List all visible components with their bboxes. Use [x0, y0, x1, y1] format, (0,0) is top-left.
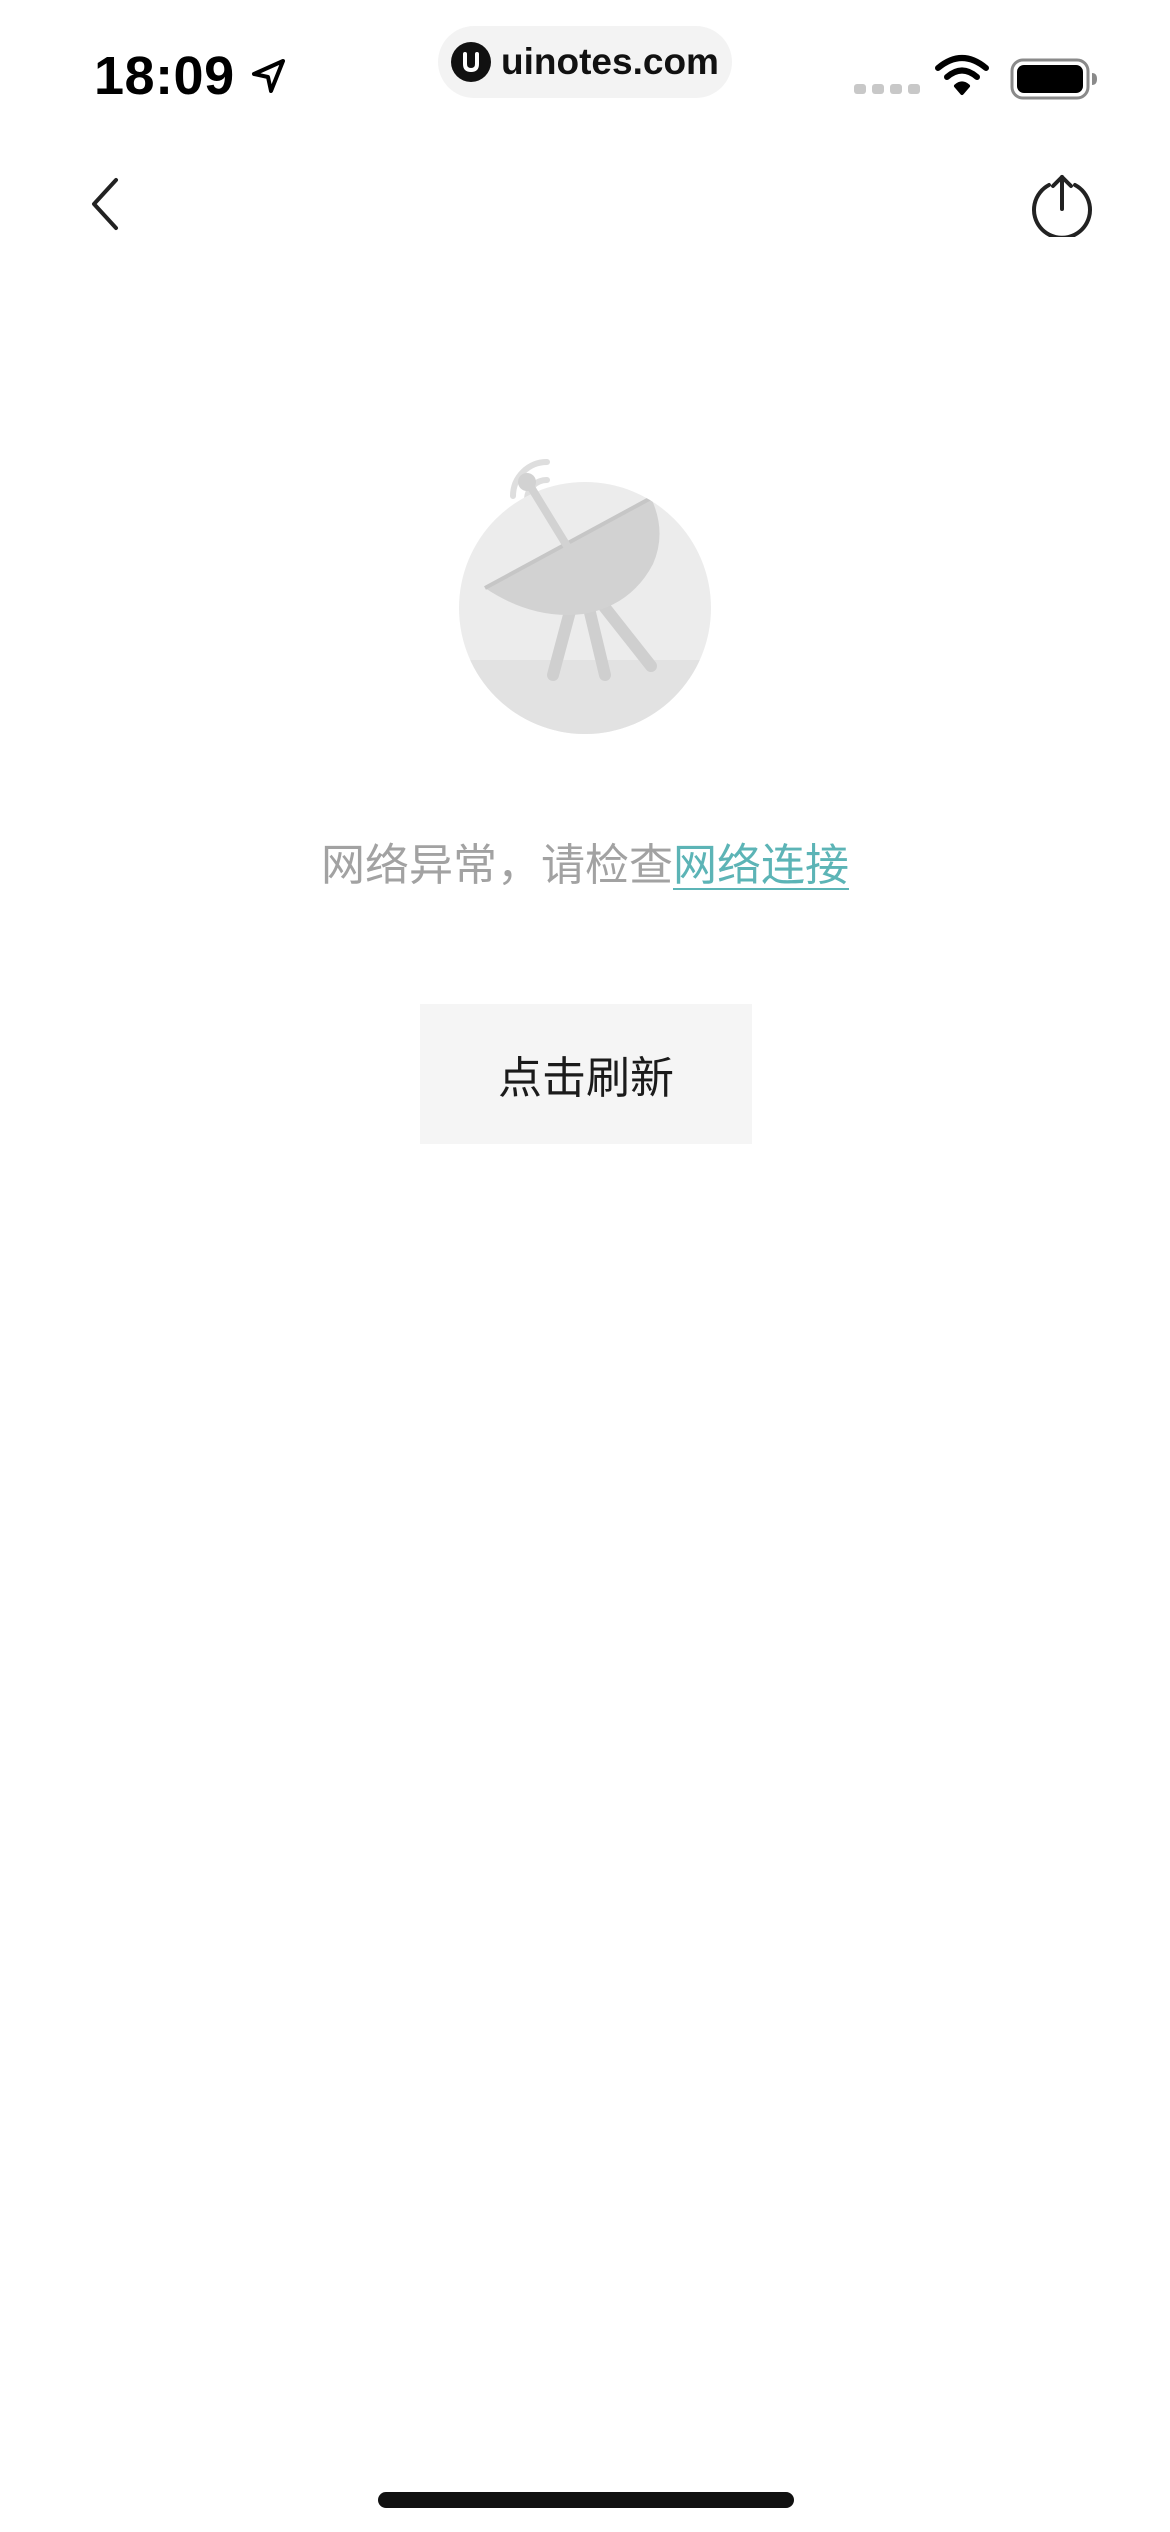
battery-icon — [1010, 58, 1100, 106]
wifi-icon — [934, 54, 990, 100]
site-logo-icon — [451, 42, 492, 82]
status-bar-time: 18:09 — [94, 44, 289, 108]
chevron-left-icon — [86, 174, 126, 238]
share-button[interactable] — [1026, 170, 1098, 242]
error-message: 网络异常，请检查网络连接 — [0, 830, 1170, 902]
home-indicator[interactable] — [378, 2492, 794, 2508]
url-pill[interactable]: uinotes.com — [438, 26, 732, 98]
location-arrow-icon — [249, 56, 289, 96]
network-settings-link[interactable]: 网络连接 — [673, 840, 849, 891]
satellite-dish-icon — [455, 440, 715, 740]
share-upload-icon — [1029, 171, 1095, 241]
signal-icon — [854, 84, 920, 94]
back-button[interactable] — [76, 168, 136, 244]
time-text: 18:09 — [94, 46, 235, 106]
error-message-text: 网络异常，请检查 — [321, 840, 673, 891]
url-text: uinotes.com — [501, 41, 719, 82]
refresh-button[interactable]: 点击刷新 — [420, 1004, 752, 1144]
